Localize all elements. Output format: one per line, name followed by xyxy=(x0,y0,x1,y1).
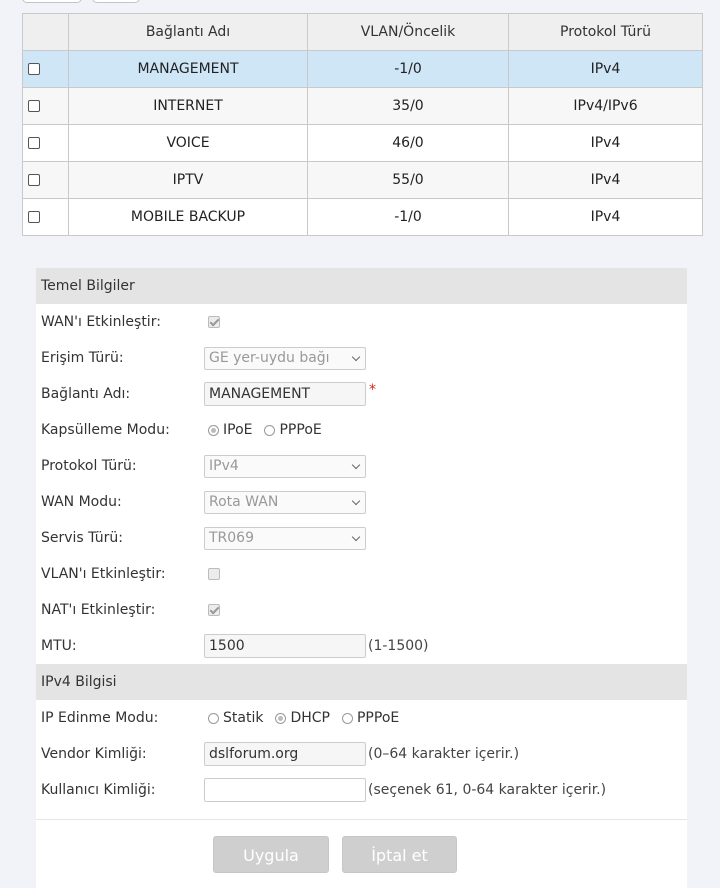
wan-mode-select[interactable]: Rota WAN xyxy=(204,490,366,514)
row-checkbox[interactable] xyxy=(28,100,40,112)
ip-pppoe-label: PPPoE xyxy=(356,710,400,726)
connection-name-label: Bağlantı Adı: xyxy=(41,386,131,402)
wan-config-form: Temel Bilgiler WAN'ı Etkinleştir: Erişim… xyxy=(36,268,687,888)
chevron-down-icon xyxy=(351,532,361,541)
access-type-select[interactable]: GE yer-uydu bağı xyxy=(204,346,366,370)
column-header-protocol: Protokol Türü xyxy=(508,13,703,51)
encapsulation-label: Kapsülleme Modu: xyxy=(41,422,170,438)
mtu-input[interactable]: 1500 xyxy=(204,634,366,658)
user-id-label: Kullanıcı Kimliği: xyxy=(41,782,156,798)
row-ip-mode: IP Edinme Modu: Statik DHCP PPPoE xyxy=(36,700,687,736)
cell-protocol: IPv4 xyxy=(508,124,703,162)
table-row[interactable]: MANAGEMENT -1/0 IPv4 xyxy=(22,50,703,88)
cell-vlan: 55/0 xyxy=(307,161,509,199)
row-checkbox[interactable] xyxy=(28,137,40,149)
row-checkbox[interactable] xyxy=(28,63,40,75)
table-row[interactable]: MOBILE BACKUP -1/0 IPv4 xyxy=(22,198,703,236)
cell-vlan: -1/0 xyxy=(307,50,509,88)
vlan-enable-label: VLAN'ı Etkinleştir: xyxy=(41,566,166,582)
form-divider xyxy=(36,819,687,820)
top-button-2[interactable] xyxy=(92,0,140,3)
cell-name: MANAGEMENT xyxy=(68,50,308,88)
table-row[interactable]: INTERNET 35/0 IPv4/IPv6 xyxy=(22,87,703,125)
apply-button[interactable]: Uygula xyxy=(213,836,329,873)
vendor-id-hint: (0–64 karakter içerir.) xyxy=(368,746,520,762)
service-type-label: Servis Türü: xyxy=(41,530,124,546)
access-type-label: Erişim Türü: xyxy=(41,350,124,366)
table-row[interactable]: IPTV 55/0 IPv4 xyxy=(22,161,703,199)
row-encapsulation: Kapsülleme Modu: IPoE PPPoE xyxy=(36,412,687,448)
ip-dhcp-label: DHCP xyxy=(290,710,330,726)
cell-vlan: -1/0 xyxy=(307,198,509,236)
wan-mode-label: WAN Modu: xyxy=(41,494,122,510)
cell-vlan: 35/0 xyxy=(307,87,509,125)
protocol-type-select[interactable]: IPv4 xyxy=(204,454,366,478)
row-wan-enable: WAN'ı Etkinleştir: xyxy=(36,304,687,340)
cell-protocol: IPv4 xyxy=(508,50,703,88)
cell-protocol: IPv4 xyxy=(508,161,703,199)
row-wan-mode: WAN Modu: Rota WAN xyxy=(36,484,687,520)
encap-pppoe-label: PPPoE xyxy=(279,422,322,438)
cell-name: INTERNET xyxy=(68,87,308,125)
row-service-type: Servis Türü: TR069 xyxy=(36,520,687,556)
mtu-hint: (1-1500) xyxy=(368,638,429,654)
column-header-name: Bağlantı Adı xyxy=(68,13,308,51)
service-type-select[interactable]: TR069 xyxy=(204,526,366,550)
vendor-id-label: Vendor Kimliği: xyxy=(41,746,147,762)
row-connection-name: Bağlantı Adı: MANAGEMENT * xyxy=(36,376,687,412)
cell-protocol: IPv4 xyxy=(508,198,703,236)
vendor-id-input[interactable]: dslforum.org xyxy=(204,742,366,766)
chevron-down-icon xyxy=(351,352,361,361)
cell-name: IPTV xyxy=(68,161,308,199)
row-access-type: Erişim Türü: GE yer-uydu bağı xyxy=(36,340,687,376)
chevron-down-icon xyxy=(351,496,361,505)
required-mark: * xyxy=(369,382,376,398)
row-protocol-type: Protokol Türü: IPv4 xyxy=(36,448,687,484)
row-user-id: Kullanıcı Kimliği: (seçenek 61, 0-64 kar… xyxy=(36,772,687,808)
section-header-basic: Temel Bilgiler xyxy=(36,268,687,304)
ip-dhcp-radio[interactable] xyxy=(275,712,287,724)
vlan-enable-checkbox[interactable] xyxy=(208,568,220,580)
row-vlan-enable: VLAN'ı Etkinleştir: xyxy=(36,556,687,592)
row-mtu: MTU: 1500 (1-1500) xyxy=(36,628,687,664)
row-checkbox[interactable] xyxy=(28,174,40,186)
row-vendor-id: Vendor Kimliği: dslforum.org (0–64 karakt… xyxy=(36,736,687,772)
cell-name: MOBILE BACKUP xyxy=(68,198,308,236)
table-row[interactable]: VOICE 46/0 IPv4 xyxy=(22,124,703,162)
chevron-down-icon xyxy=(351,460,361,469)
top-button-1[interactable] xyxy=(22,0,82,3)
cell-vlan: 46/0 xyxy=(307,124,509,162)
ip-mode-label: IP Edinme Modu: xyxy=(41,710,159,726)
wan-connection-table: Bağlantı Adı VLAN/Öncelik Protokol Türü … xyxy=(22,13,703,236)
row-nat-enable: NAT'ı Etkinleştir: xyxy=(36,592,687,628)
ip-static-label: Statik xyxy=(223,710,264,726)
wan-enable-label: WAN'ı Etkinleştir: xyxy=(41,314,161,330)
nat-enable-label: NAT'ı Etkinleştir: xyxy=(41,602,156,618)
table-header-row: Bağlantı Adı VLAN/Öncelik Protokol Türü xyxy=(22,13,703,51)
wan-enable-checkbox[interactable] xyxy=(208,316,220,328)
encap-pppoe-radio[interactable] xyxy=(264,424,276,436)
user-id-input[interactable] xyxy=(204,778,366,802)
cancel-button[interactable]: İptal et xyxy=(342,836,457,873)
column-header-select xyxy=(22,13,69,51)
ip-pppoe-radio[interactable] xyxy=(341,712,353,724)
column-header-vlan: VLAN/Öncelik xyxy=(307,13,509,51)
nat-enable-checkbox[interactable] xyxy=(208,604,220,616)
user-id-hint: (seçenek 61, 0-64 karakter içerir.) xyxy=(368,782,607,798)
section-header-ipv4: IPv4 Bilgisi xyxy=(36,664,687,700)
cell-name: VOICE xyxy=(68,124,308,162)
protocol-type-label: Protokol Türü: xyxy=(41,458,137,474)
row-checkbox[interactable] xyxy=(28,211,40,223)
ip-static-radio[interactable] xyxy=(208,712,219,724)
connection-name-input[interactable]: MANAGEMENT xyxy=(204,382,366,406)
cell-protocol: IPv4/IPv6 xyxy=(508,87,703,125)
mtu-label: MTU: xyxy=(41,638,77,654)
encap-ipoe-label: IPoE xyxy=(223,422,253,438)
encap-ipoe-radio[interactable] xyxy=(208,424,219,436)
